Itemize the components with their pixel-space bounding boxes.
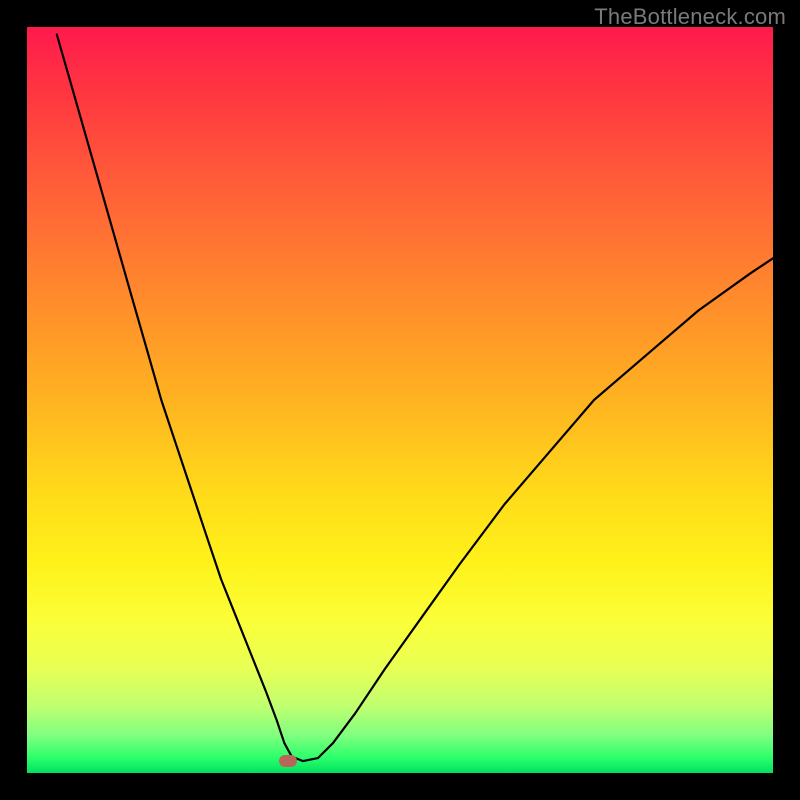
watermark: TheBottleneck.com bbox=[594, 4, 786, 30]
chart-plot-area bbox=[27, 27, 773, 773]
minimum-marker bbox=[279, 755, 297, 767]
bottleneck-curve bbox=[57, 35, 773, 762]
curve-svg bbox=[27, 27, 773, 773]
